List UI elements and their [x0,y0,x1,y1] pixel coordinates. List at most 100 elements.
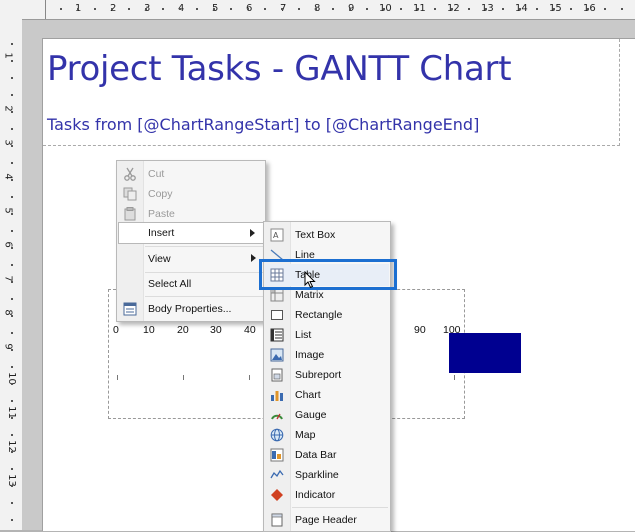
ruler-tick [366,8,368,10]
ruler-tick [11,111,13,113]
menu-item-label: Chart [295,389,321,401]
context-menu: Cut Copy Paste Insert View Select All Bo… [116,160,266,322]
menu-item-label: Select All [148,278,192,290]
submenu-item-indicator[interactable]: Indicator [265,484,389,506]
menu-item-select-all[interactable]: Select All [118,273,264,295]
ruler-tick [264,8,266,10]
ruler-tick [11,502,13,504]
ruler-tick [11,230,13,232]
submenu-item-subreport[interactable]: Subreport [265,364,389,386]
ruler-tick [11,519,13,521]
ruler-tick [434,8,436,10]
ruler-number: 16 [583,3,596,14]
gantt-bar[interactable] [449,333,521,373]
ruler-tick [349,8,351,10]
menu-item-label: Subreport [295,369,342,381]
submenu-item-rectangle[interactable]: Rectangle [265,304,389,326]
sparkline-icon [269,467,285,483]
menu-item-label: Image [295,349,325,361]
submenu-item-list[interactable]: List [265,324,389,346]
submenu-item-image[interactable]: Image [265,344,389,366]
ruler-tick [485,8,487,10]
report-subtitle[interactable]: Tasks from [@ChartRangeStart] to [@Chart… [47,115,479,134]
ruler-tick [145,8,147,10]
menu-item-label: Sparkline [295,469,339,481]
ruler-number: 12 [447,3,460,14]
copy-icon [122,186,138,202]
x-tick-label: 10 [143,324,155,336]
ruler-tick [11,179,13,181]
menu-item-label: Map [295,429,316,441]
ruler-tick [94,8,96,10]
menu-item-label: View [148,253,171,265]
ruler-tick [11,213,13,215]
submenu-item-map[interactable]: Map [265,424,389,446]
menu-item-body-properties[interactable]: Body Properties... [118,298,264,320]
ruler-tick [11,281,13,283]
menu-item-label: Indicator [295,489,336,501]
menu-item-label: Insert [148,227,175,239]
ruler-margin-marker [45,0,46,19]
image-icon [269,347,285,363]
submenu-item-chart[interactable]: Chart [265,384,389,406]
submenu-item-text-box[interactable]: A Text Box [265,224,389,246]
menu-item-copy[interactable]: Copy [118,183,264,205]
svg-text:A: A [273,231,279,240]
x-tick-label: 90 [414,324,426,336]
properties-icon [122,301,138,317]
ruler-tick [11,298,13,300]
menu-separator [292,507,388,508]
menu-separator [145,246,263,247]
ruler-tick [621,8,623,10]
ruler-number: 10 [379,3,392,14]
x-tick [183,375,184,380]
chart-icon [269,387,285,403]
ruler-tick [468,8,470,10]
ruler-tick [11,315,13,317]
ruler-tick [11,43,13,45]
ruler-tick [315,8,317,10]
submenu-item-page-header[interactable]: Page Header [265,509,389,531]
ruler-number: 15 [549,3,562,14]
paste-icon [122,206,138,222]
ruler-tick [60,8,62,10]
menu-item-insert[interactable]: Insert [118,222,264,244]
menu-item-cut[interactable]: Cut [118,163,264,185]
textbox-icon: A [269,227,285,243]
menu-separator [145,296,263,297]
ruler-tick [502,8,504,10]
ruler-tick [11,383,13,385]
menu-item-view[interactable]: View [118,248,264,270]
ruler-tick [162,8,164,10]
ruler-tick [519,8,521,10]
ruler-tick [11,349,13,351]
submenu-item-gauge[interactable]: Gauge [265,404,389,426]
ruler-tick [11,434,13,436]
page-header-region[interactable]: Project Tasks - GANTT Chart Tasks from [… [43,39,620,146]
ruler-tick [11,417,13,419]
x-tick-label: 30 [210,324,222,336]
indicator-icon [269,487,285,503]
ruler-tick [281,8,283,10]
horizontal-ruler: 1 2 3 4 5 6 7 8 9 10 11 12 13 14 15 16 [0,0,635,20]
x-tick [117,375,118,380]
x-tick [454,375,455,380]
menu-item-label: List [295,329,312,341]
ruler-number: 1 [2,52,14,59]
report-title[interactable]: Project Tasks - GANTT Chart [47,49,512,89]
menu-item-label: Rectangle [295,309,343,321]
ruler-tick [230,8,232,10]
submenu-item-data-bar[interactable]: Data Bar [265,444,389,466]
ruler-tick [400,8,402,10]
submenu-arrow-icon [251,254,256,262]
ruler-tick [111,8,113,10]
ruler-tick [553,8,555,10]
x-tick [249,375,250,380]
x-tick-label: 40 [244,324,256,336]
ruler-tick [417,8,419,10]
ruler-tick [11,366,13,368]
submenu-item-sparkline[interactable]: Sparkline [265,464,389,486]
gauge-icon [269,407,285,423]
list-icon [269,327,285,343]
scissors-icon [122,166,138,182]
